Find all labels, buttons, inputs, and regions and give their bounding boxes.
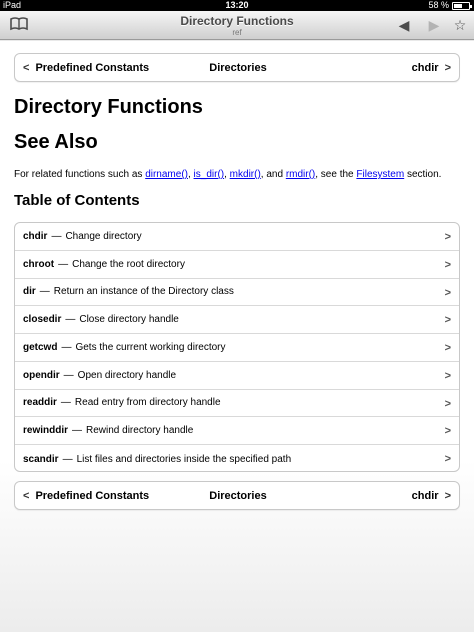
pager-next-link[interactable]: chdir >	[412, 490, 451, 502]
chevron-right-icon: >	[444, 369, 451, 382]
toc-description: Gets the current working directory	[75, 341, 226, 353]
filesystem-link[interactable]: Filesystem	[356, 169, 404, 180]
toc-function-name: closedir	[23, 314, 62, 326]
pager-prev-link[interactable]: < Predefined Constants	[23, 490, 149, 502]
toc-dash: —	[65, 314, 76, 326]
toc-description: Close directory handle	[79, 314, 179, 326]
see-also-heading: See Also	[14, 131, 98, 153]
toc-item-scandir[interactable]: scandir — List files and directories insid…	[15, 445, 459, 471]
toc-dash: —	[60, 397, 71, 409]
pager-next-label: chdir	[411, 490, 439, 502]
related-sep: , and	[260, 169, 286, 180]
toc-item-getcwd[interactable]: getcwd — Gets the current working director…	[15, 334, 459, 362]
toc-dash: —	[39, 286, 50, 298]
toc-function-name: dir	[23, 286, 36, 298]
related-functions-text: For related functions such as dirname(),…	[14, 169, 464, 181]
pager-current-link[interactable]: Directories	[209, 62, 266, 74]
pager-current-link[interactable]: Directories	[209, 490, 266, 502]
mkdir-link[interactable]: mkdir()	[230, 169, 261, 180]
pager-next-link[interactable]: chdir >	[412, 62, 451, 74]
chevron-right-icon: >	[444, 258, 451, 271]
toc-item-closedir[interactable]: closedir — Close directory handle >	[15, 306, 459, 335]
page-title: Directory Functions	[14, 96, 203, 118]
toc-description: Rewind directory handle	[86, 425, 194, 437]
pager-prev-label: Predefined Constants	[35, 62, 150, 74]
toc-function-name: getcwd	[23, 341, 58, 353]
chevron-right-icon: >	[444, 490, 451, 502]
is-dir-link[interactable]: is_dir()	[194, 169, 225, 180]
related-suffix: section.	[404, 169, 442, 180]
toc-dash: —	[61, 341, 72, 353]
toc-dash: —	[63, 369, 74, 381]
toc-function-name: readdir	[23, 397, 57, 409]
toc-item-readdir[interactable]: readdir — Read entry from directory handle…	[15, 390, 459, 418]
toc-description: Return an instance of the Directory clas…	[53, 286, 234, 298]
toc-function-name: chroot	[23, 258, 55, 270]
chevron-right-icon: >	[444, 342, 451, 355]
related-prefix: For related functions such as	[14, 169, 146, 180]
toc-heading: Table of Contents	[14, 192, 140, 209]
toc-function-name: opendir	[23, 369, 60, 381]
toc-description: Read entry from directory handle	[74, 397, 221, 409]
toc-description: Change directory	[65, 230, 142, 242]
pager-prev-label: Predefined Constants	[35, 490, 150, 502]
chevron-right-icon: >	[444, 397, 451, 410]
pager-next-label: chdir	[411, 62, 439, 74]
pager-bottom: < Predefined Constants Directories chdir…	[14, 481, 460, 510]
toc-item-rewinddir[interactable]: rewinddir — Rewind directory handle >	[15, 417, 459, 446]
toc-function-name: chdir	[23, 230, 48, 242]
battery-icon	[452, 2, 472, 10]
chevron-right-icon: >	[444, 286, 451, 299]
chevron-right-icon: >	[444, 62, 451, 74]
chevron-right-icon: >	[444, 314, 451, 327]
clock: 13:20	[225, 0, 249, 10]
pager-prev-link[interactable]: < Predefined Constants	[23, 62, 149, 74]
toc-function-name: scandir	[23, 453, 59, 465]
chevron-left-icon: <	[23, 62, 30, 74]
rmdir-link[interactable]: rmdir()	[286, 169, 315, 180]
toc-description: Change the root directory	[72, 258, 185, 270]
forward-arrow-icon[interactable]: ▶	[424, 17, 444, 33]
chevron-right-icon: >	[444, 231, 451, 243]
toc-item-chdir[interactable]: chdir — Change directory >	[15, 223, 459, 251]
status-bar: iPad 13:20 58 %	[0, 0, 474, 11]
star-icon[interactable]: ☆	[450, 17, 470, 33]
toc-function-name: rewinddir	[23, 425, 69, 437]
navigation-bar: Directory Functions ref ◀ ▶ ☆	[0, 11, 474, 40]
chevron-right-icon: >	[444, 453, 451, 466]
toc-dash: —	[58, 258, 69, 270]
dirname-link[interactable]: dirname()	[145, 169, 188, 180]
toc-description: List files and directories inside the sp…	[76, 453, 292, 465]
toc-item-chroot[interactable]: chroot — Change the root directory >	[15, 251, 459, 279]
battery-indicator: 58 %	[428, 0, 472, 11]
battery-percent: 58 %	[428, 0, 449, 10]
toc-description: Open directory handle	[77, 369, 177, 381]
related-mid: , see the	[315, 169, 357, 180]
toc-dash: —	[72, 425, 83, 437]
toc-dash: —	[51, 230, 62, 242]
chevron-left-icon: <	[23, 490, 30, 502]
toc-dash: —	[62, 453, 73, 465]
toc-item-dir[interactable]: dir — Return an instance of the Directory …	[15, 279, 459, 307]
table-of-contents: chdir — Change directory > chroot — Change t…	[14, 222, 460, 472]
toc-item-opendir[interactable]: opendir — Open directory handle >	[15, 362, 459, 390]
back-arrow-icon[interactable]: ◀	[394, 17, 414, 33]
page-content: < Predefined Constants Directories chdir…	[0, 41, 474, 632]
pager-top: < Predefined Constants Directories chdir…	[14, 53, 460, 82]
chevron-right-icon: >	[444, 425, 451, 438]
